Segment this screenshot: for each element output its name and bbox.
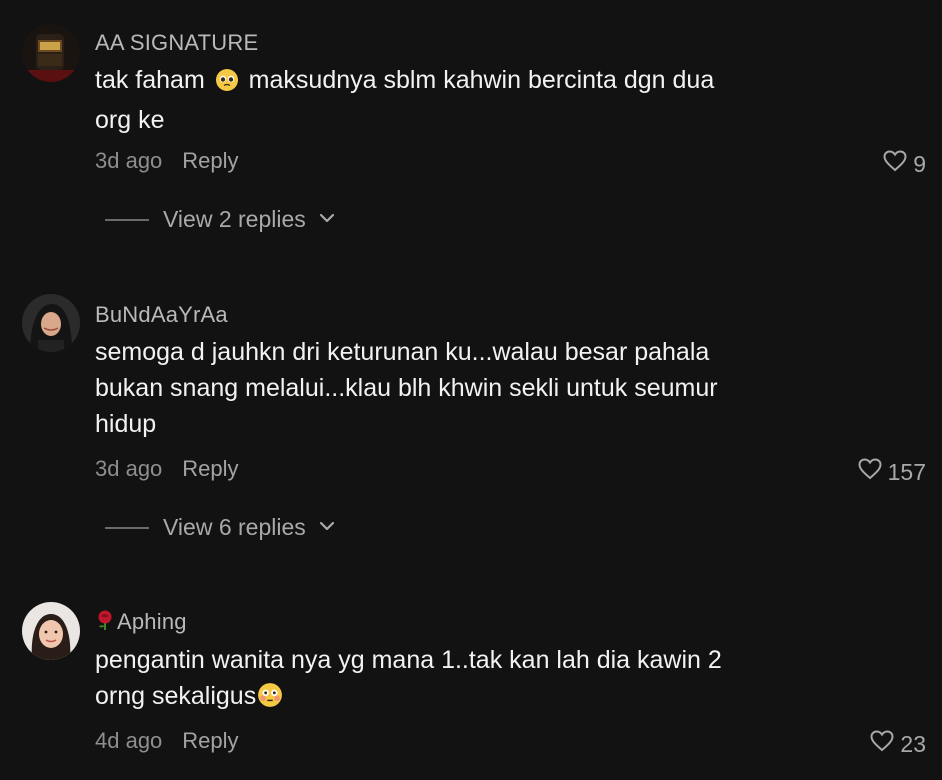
pleading-face-emoji [215, 66, 239, 102]
comment-username[interactable]: Aphing [95, 609, 187, 637]
comment-username-text: Aphing [117, 609, 187, 634]
heart-outline-icon [883, 150, 907, 178]
like-count: 9 [913, 150, 926, 177]
avatar[interactable] [22, 24, 80, 82]
comment-text: pengantin wanita nya yg mana 1..tak kan … [95, 642, 815, 718]
chevron-down-icon [318, 519, 336, 537]
comment-username[interactable]: AA SIGNATURE [95, 30, 258, 56]
chevron-down-icon [318, 211, 336, 229]
view-replies-button[interactable]: View 2 replies [105, 206, 336, 233]
view-replies-label: View 6 replies [163, 514, 306, 540]
like-count: 23 [900, 730, 926, 757]
heart-outline-icon [858, 458, 882, 486]
comment-meta: 3d ago Reply [95, 456, 239, 482]
reply-button[interactable]: Reply [182, 728, 238, 753]
comment-text: tak faham maksudnya sblm kahwin bercinta… [95, 62, 815, 138]
comment-time: 3d ago [95, 456, 163, 481]
rose-emoji [95, 609, 115, 637]
comment-text-part: pengantin wanita nya yg mana 1..tak kan … [95, 646, 722, 674]
comment-time: 3d ago [95, 148, 163, 173]
comment-text-part: orng sekaligus [95, 682, 257, 710]
comment-text: semoga d jauhkn dri keturunan ku...walau… [95, 334, 815, 442]
comment-text-part: bukan snang melalui...klau blh khwin sek… [95, 374, 718, 402]
comment-meta: 4d ago Reply [95, 728, 239, 754]
reply-button[interactable]: Reply [182, 148, 238, 173]
view-replies-button[interactable]: View 6 replies [105, 514, 336, 541]
like-button[interactable]: 9 [883, 150, 926, 178]
comment-username[interactable]: BuNdAaYrAa [95, 302, 228, 328]
comment-time: 4d ago [95, 728, 163, 753]
like-button[interactable]: 23 [870, 730, 926, 758]
avatar[interactable] [22, 602, 80, 660]
like-count: 157 [887, 458, 926, 485]
like-button[interactable]: 157 [858, 458, 926, 486]
comment-text-part: semoga d jauhkn dri keturunan ku...walau… [95, 338, 710, 366]
divider-line [105, 218, 149, 221]
heart-outline-icon [870, 730, 894, 758]
flushed-face-emoji [257, 682, 283, 718]
view-replies-label: View 2 replies [163, 206, 306, 232]
comment-text-part: hidup [95, 410, 157, 438]
comment-meta: 3d ago Reply [95, 148, 239, 174]
comment-text-part: maksudnya sblm kahwin bercinta dgn dua [241, 66, 715, 94]
comment-text-part: tak faham [95, 66, 212, 94]
comment-text-part: org ke [95, 106, 165, 134]
avatar[interactable] [22, 294, 80, 352]
reply-button[interactable]: Reply [182, 456, 238, 481]
divider-line [105, 526, 149, 529]
